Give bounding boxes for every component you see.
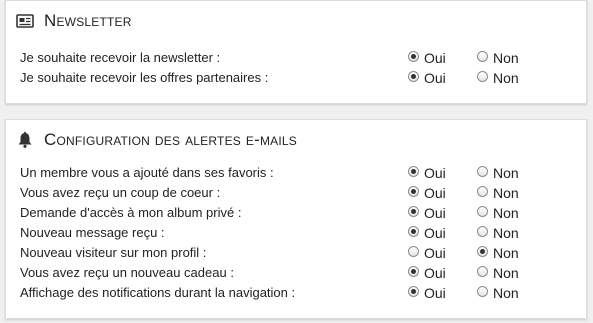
radio-option-oui[interactable]: Oui [408, 163, 446, 183]
radio-button-non[interactable] [477, 51, 488, 62]
radio-label-oui: Oui [424, 265, 446, 281]
radio-option-non[interactable]: Non [477, 223, 519, 243]
setting-label: Vous avez reçu un coup de coeur : [20, 185, 221, 200]
settings-row: Un membre vous a ajouté dans ses favoris… [20, 163, 586, 183]
bell-icon [16, 131, 34, 149]
radio-label-non: Non [493, 245, 519, 261]
radio-option-non[interactable]: Non [477, 203, 519, 223]
radio-button-non[interactable] [477, 286, 488, 297]
radio-button-oui[interactable] [408, 246, 419, 257]
radio-option-oui[interactable]: Oui [408, 183, 446, 203]
settings-row: Je souhaite recevoir la newsletter : Oui N… [20, 48, 586, 68]
setting-label: Vous avez reçu un nouveau cadeau : [20, 265, 234, 280]
radio-button-oui[interactable] [408, 186, 419, 197]
radio-label-non: Non [493, 50, 519, 66]
radio-label-oui: Oui [424, 165, 446, 181]
settings-row: Nouveau message reçu : Oui Non [20, 223, 586, 243]
radio-button-non[interactable] [477, 226, 488, 237]
newsletter-title-text: Newsletter [44, 11, 132, 30]
newsletter-panel: Newsletter Je souhaite recevoir la newsl… [5, 0, 587, 104]
setting-label: Nouveau visiteur sur mon profil : [20, 245, 207, 260]
alerts-title-text: Configuration des alertes e-mails [44, 130, 297, 149]
radio-button-oui[interactable] [408, 286, 419, 297]
newsletter-title: Newsletter [16, 11, 132, 31]
radio-option-oui[interactable]: Oui [408, 203, 446, 223]
setting-label: Un membre vous a ajouté dans ses favoris… [20, 165, 274, 180]
settings-row: Vous avez reçu un nouveau cadeau : Oui Non [20, 263, 586, 283]
radio-label-oui: Oui [424, 205, 446, 221]
radio-option-non[interactable]: Non [477, 68, 519, 88]
radio-option-oui[interactable]: Oui [408, 68, 446, 88]
radio-label-non: Non [493, 225, 519, 241]
alerts-panel: Configuration des alertes e-mails Un mem… [5, 119, 587, 319]
radio-label-non: Non [493, 165, 519, 181]
radio-button-non[interactable] [477, 246, 488, 257]
radio-option-non[interactable]: Non [477, 163, 519, 183]
radio-option-oui[interactable]: Oui [408, 243, 446, 263]
newsletter-rows: Je souhaite recevoir la newsletter : Oui N… [20, 48, 586, 88]
settings-row: Vous avez reçu un coup de coeur : Oui Non [20, 183, 586, 203]
newspaper-icon [16, 12, 34, 30]
radio-option-non[interactable]: Non [477, 183, 519, 203]
radio-option-non[interactable]: Non [477, 48, 519, 68]
radio-option-oui[interactable]: Oui [408, 48, 446, 68]
radio-button-non[interactable] [477, 186, 488, 197]
radio-button-oui[interactable] [408, 51, 419, 62]
radio-option-non[interactable]: Non [477, 263, 519, 283]
setting-label: Nouveau message reçu : [20, 225, 165, 240]
radio-label-non: Non [493, 265, 519, 281]
radio-option-oui[interactable]: Oui [408, 263, 446, 283]
settings-row: Nouveau visiteur sur mon profil : Oui Non [20, 243, 586, 263]
radio-button-non[interactable] [477, 266, 488, 277]
radio-label-oui: Oui [424, 70, 446, 86]
radio-option-non[interactable]: Non [477, 283, 519, 303]
settings-row: Affichage des notifications durant la na… [20, 283, 586, 303]
radio-button-oui[interactable] [408, 226, 419, 237]
setting-label: Affichage des notifications durant la na… [20, 285, 296, 300]
setting-label: Je souhaite recevoir les offres partenai… [20, 70, 269, 85]
alerts-rows: Un membre vous a ajouté dans ses favoris… [20, 163, 586, 303]
radio-button-oui[interactable] [408, 266, 419, 277]
radio-option-non[interactable]: Non [477, 243, 519, 263]
radio-button-non[interactable] [477, 71, 488, 82]
radio-button-oui[interactable] [408, 206, 419, 217]
alerts-title: Configuration des alertes e-mails [16, 130, 297, 150]
radio-label-oui: Oui [424, 185, 446, 201]
radio-label-oui: Oui [424, 245, 446, 261]
radio-button-oui[interactable] [408, 166, 419, 177]
radio-label-non: Non [493, 205, 519, 221]
radio-button-non[interactable] [477, 206, 488, 217]
radio-label-non: Non [493, 185, 519, 201]
radio-label-non: Non [493, 285, 519, 301]
radio-option-oui[interactable]: Oui [408, 283, 446, 303]
radio-option-oui[interactable]: Oui [408, 223, 446, 243]
radio-label-oui: Oui [424, 285, 446, 301]
setting-label: Demande d'accès à mon album privé : [20, 205, 242, 220]
setting-label: Je souhaite recevoir la newsletter : [20, 50, 221, 65]
radio-button-oui[interactable] [408, 71, 419, 82]
radio-label-non: Non [493, 70, 519, 86]
radio-label-oui: Oui [424, 50, 446, 66]
radio-button-non[interactable] [477, 166, 488, 177]
settings-row: Je souhaite recevoir les offres partenai… [20, 68, 586, 88]
settings-row: Demande d'accès à mon album privé : Oui No… [20, 203, 586, 223]
radio-label-oui: Oui [424, 225, 446, 241]
